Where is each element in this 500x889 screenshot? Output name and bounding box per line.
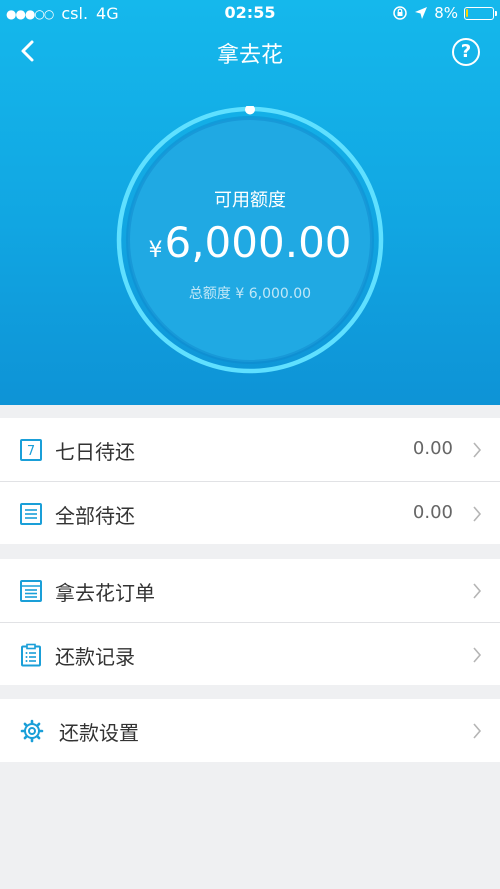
repayment-due-group: 7 七日待还 0.00 全部待还 0.00 <box>0 418 500 544</box>
nav-bar: 拿去花 ? <box>0 28 500 74</box>
available-credit-label: 可用额度 <box>214 190 286 211</box>
list-item-orders[interactable]: 拿去花订单 <box>0 559 500 622</box>
question-circle-icon: ? <box>460 41 472 62</box>
page-title: 拿去花 <box>216 43 283 68</box>
order-list-icon <box>20 580 42 602</box>
hero-header: ●●●○○ csl. 4G 02:55 8% 拿去花 ? 可用额度 ¥ 6,00… <box>0 0 500 405</box>
list-item-repayment-settings[interactable]: 还款设置 <box>0 699 500 762</box>
bill-list-icon <box>20 503 42 525</box>
list-item-label: 全部待还 <box>55 504 135 528</box>
status-bar: ●●●○○ csl. 4G 02:55 8% <box>0 0 500 28</box>
location-arrow-icon <box>415 7 428 19</box>
chevron-right-icon <box>473 723 482 739</box>
orientation-lock-icon <box>393 6 407 20</box>
svg-text:7: 7 <box>27 444 35 459</box>
list-item-value: 0.00 <box>412 438 453 459</box>
list-item-value: 0.00 <box>412 502 453 523</box>
chevron-right-icon <box>473 442 482 458</box>
chevron-right-icon <box>473 583 482 599</box>
available-credit-amount: ¥ 6,000.00 <box>116 218 384 267</box>
gear-icon <box>20 719 44 743</box>
currency-symbol: ¥ <box>148 238 163 263</box>
clipboard-record-icon <box>21 643 41 667</box>
battery-percent: 8% <box>434 4 458 22</box>
chevron-right-icon <box>473 647 482 663</box>
calendar-7-icon: 7 <box>20 439 42 461</box>
battery-icon <box>464 6 497 20</box>
list-item-label: 还款设置 <box>59 721 139 745</box>
list-item-all-due[interactable]: 全部待还 0.00 <box>0 481 500 544</box>
records-group: 拿去花订单 还款记录 <box>0 559 500 685</box>
credit-summary: 可用额度 ¥ 6,000.00 总额度 ¥ 6,000.00 <box>116 106 384 374</box>
list-item-label: 拿去花订单 <box>55 581 155 605</box>
available-credit-value: 6,000.00 <box>164 218 352 267</box>
total-credit-label: 总额度 ¥ 6,000.00 <box>188 286 312 302</box>
list-item-repayment-records[interactable]: 还款记录 <box>0 622 500 685</box>
help-button[interactable]: ? <box>452 38 480 66</box>
list-item-seven-day-due[interactable]: 7 七日待还 0.00 <box>0 418 500 481</box>
chevron-right-icon <box>473 506 482 522</box>
list-item-label: 七日待还 <box>55 440 135 464</box>
list-item-label: 还款记录 <box>55 645 135 669</box>
settings-group: 还款设置 <box>0 699 500 762</box>
